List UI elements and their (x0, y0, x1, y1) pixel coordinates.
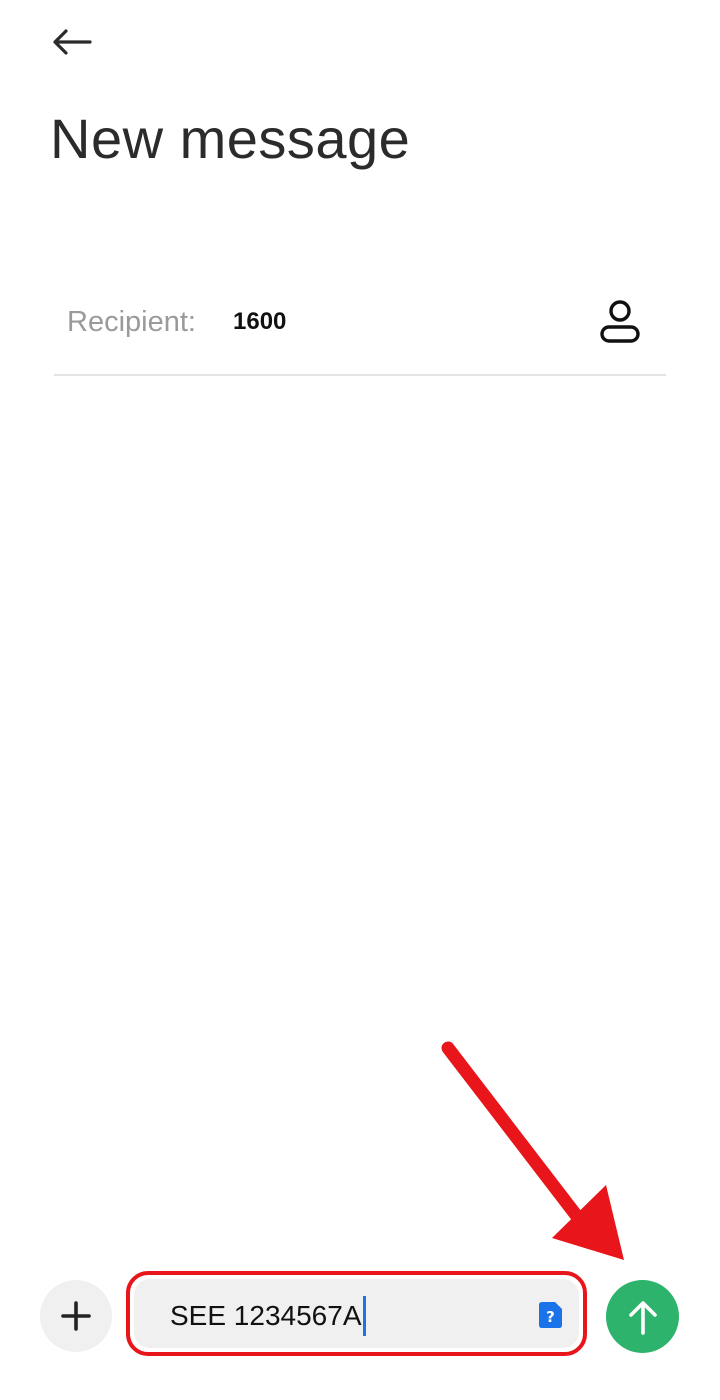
person-icon (600, 300, 640, 343)
add-attachment-button[interactable] (40, 1280, 112, 1352)
recipient-value[interactable]: 1600 (233, 308, 286, 336)
page-title: New message (50, 107, 411, 170)
plus-icon (61, 1301, 91, 1331)
annotation-arrow (441, 1041, 624, 1260)
send-button[interactable] (606, 1280, 679, 1353)
arrow-up-icon (628, 1300, 657, 1335)
new-message-screen: New message Recipient: 1600 SEE 1234567A… (0, 0, 720, 1400)
recipient-field[interactable]: Recipient: 1600 (54, 280, 666, 376)
arrow-left-icon (53, 29, 92, 55)
recipient-label: Recipient: (67, 306, 196, 338)
contact-picker-button[interactable] (594, 294, 646, 350)
back-button[interactable] (40, 16, 104, 68)
message-input-highlight (126, 1271, 587, 1356)
